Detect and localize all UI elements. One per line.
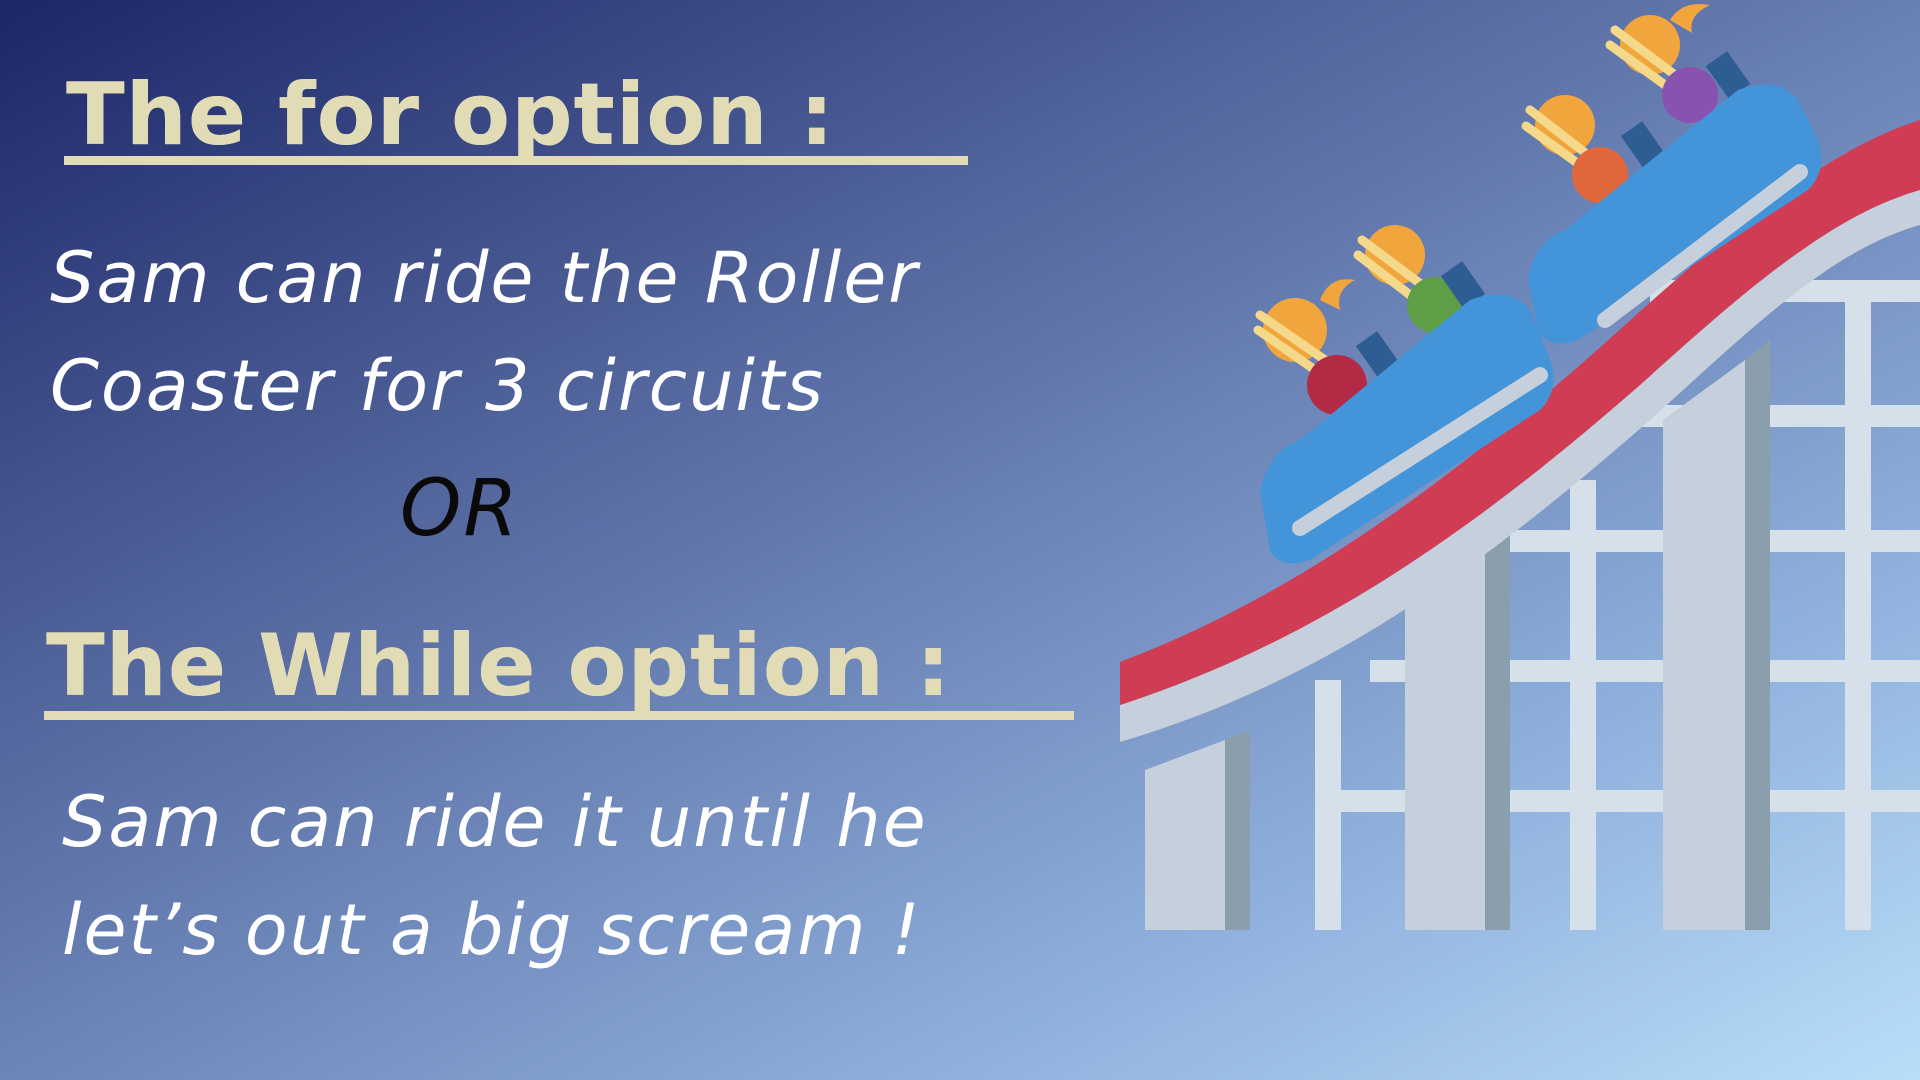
roller-coaster-icon [1120,4,1920,930]
for-heading-underline [64,156,968,165]
for-option-description: Sam can ride the Roller Coaster for 3 ci… [50,224,919,440]
for-description-line-1: Sam can ride the Roller [50,237,920,319]
while-description-line-2: let’s out a big scream ! [62,889,922,971]
for-description-line-2: Coaster for 3 circuits [50,345,825,427]
while-description-line-1: Sam can ride it until he [62,781,928,863]
for-option-heading-text: The for option : [66,65,835,165]
while-heading-underline [44,711,1074,720]
slide: The for option : Sam can ride the Roller… [0,0,1920,1080]
while-option-heading-text: The While option : [46,616,952,716]
or-label: OR [400,464,520,554]
while-option-description: Sam can ride it until he let’s out a big… [62,768,928,984]
while-option-heading: The While option : [46,616,952,716]
for-option-heading: The for option : [66,72,835,158]
